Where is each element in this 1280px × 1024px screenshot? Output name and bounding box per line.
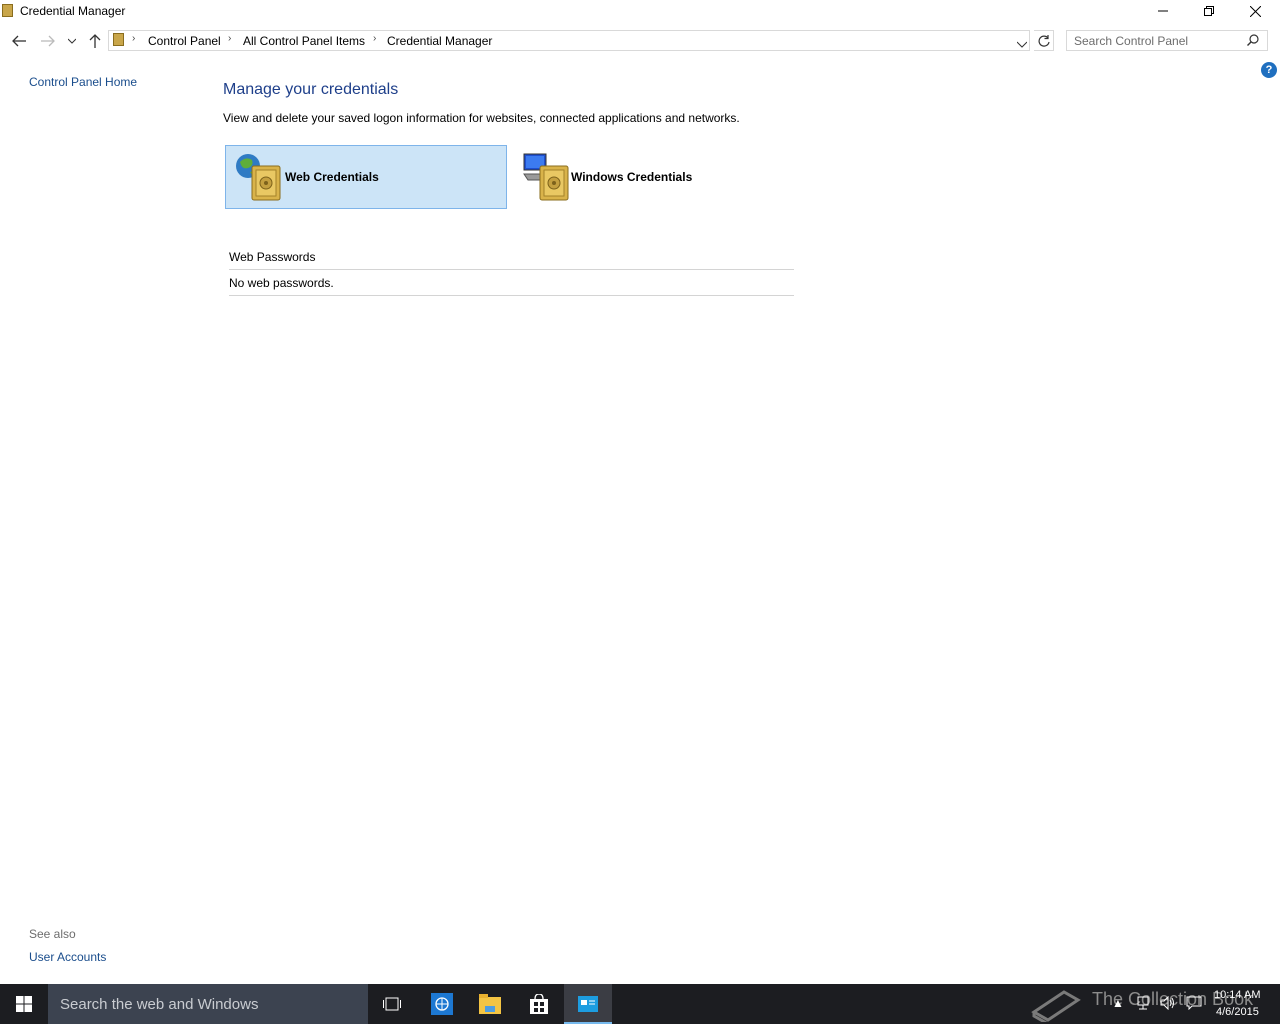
breadcrumb-chevron-icon[interactable]: › [132,33,135,44]
forward-button[interactable] [38,31,58,51]
web-credentials-tile[interactable]: Web Credentials [225,145,507,209]
task-view-button[interactable] [368,984,416,1024]
breadcrumb-chevron-icon[interactable]: › [373,33,376,44]
breadcrumb-control-panel[interactable]: Control Panel [148,34,221,48]
store-icon [530,994,548,1014]
computer-vault-icon [523,153,569,201]
credential-manager-icon[interactable] [2,4,13,17]
internet-explorer-icon [431,993,453,1015]
clock-date[interactable]: 4/6/2015 [1216,1006,1259,1018]
chevron-down-icon [1016,41,1028,48]
window-title: Credential Manager [20,4,126,18]
search-icon [1247,34,1259,46]
task-view-icon [383,997,401,1011]
clock-time[interactable]: 10:14 AM [1214,989,1260,1001]
store-button[interactable] [515,984,563,1024]
minimize-button[interactable] [1140,0,1186,22]
breadcrumb-credential-manager[interactable]: Credential Manager [387,34,492,48]
chevron-down-icon [68,38,76,44]
watermark-book-icon [1031,990,1081,1022]
volume-icon[interactable] [1160,996,1176,1010]
taskbar-search-text: Search the web and Windows [60,996,259,1013]
file-explorer-icon [479,994,501,1014]
search-input[interactable] [1074,34,1234,48]
credential-manager-taskbar-icon-wrap[interactable] [564,984,612,1024]
internet-explorer-button[interactable] [418,984,466,1024]
up-arrow-icon [89,34,101,48]
divider [229,295,794,296]
action-center-icon[interactable] [1186,996,1202,1010]
web-passwords-header: Web Passwords [229,250,316,264]
empty-message: No web passwords. [229,276,334,290]
address-dropdown-button[interactable] [1016,37,1028,51]
restore-icon [1204,6,1214,16]
breadcrumb-chevron-icon[interactable]: › [228,33,231,44]
breadcrumb-all-items[interactable]: All Control Panel Items [243,34,365,48]
globe-vault-icon [236,154,281,201]
show-hidden-icons-icon[interactable]: ▲ [1112,996,1124,1010]
up-button[interactable] [85,31,105,51]
windows-credentials-label: Windows Credentials [571,170,693,184]
refresh-button[interactable] [1034,30,1054,51]
minimize-icon [1158,10,1168,12]
restore-button[interactable] [1186,0,1232,22]
control-panel-icon [113,33,124,46]
network-icon[interactable] [1136,996,1150,1010]
file-explorer-button[interactable] [466,984,514,1024]
windows-logo-icon [16,996,32,1012]
page-title: Manage your credentials [223,81,399,98]
credential-manager-icon [578,996,598,1012]
forward-arrow-icon [41,35,55,47]
help-icon[interactable]: ? [1261,62,1277,78]
divider [229,269,794,270]
search-button[interactable] [1247,34,1259,49]
windows-credentials-tile[interactable]: Windows Credentials [513,145,795,209]
user-accounts-link[interactable]: User Accounts [29,950,106,964]
control-panel-home-link[interactable]: Control Panel Home [29,75,137,89]
start-button[interactable] [0,984,48,1024]
see-also-label: See also [29,927,76,941]
title-bar[interactable] [0,0,1280,22]
close-button[interactable] [1232,0,1278,22]
recent-locations-button[interactable] [62,31,82,51]
back-arrow-icon [12,35,26,47]
web-credentials-label: Web Credentials [285,170,379,184]
back-button[interactable] [9,31,29,51]
page-description: View and delete your saved logon informa… [223,111,740,125]
refresh-icon [1037,34,1050,47]
close-icon [1249,5,1261,17]
